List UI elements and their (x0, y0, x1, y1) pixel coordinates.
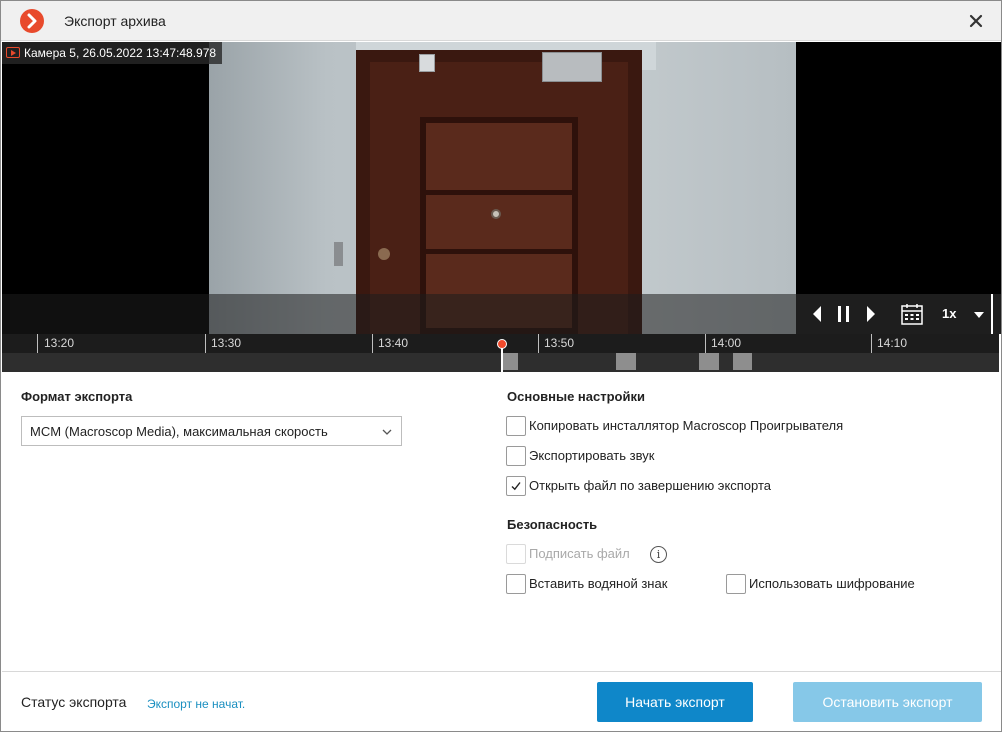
camera-record-icon (6, 47, 20, 58)
watermark-checkbox[interactable] (506, 574, 526, 594)
tick-mark (538, 334, 539, 353)
tick-label: 13:30 (211, 336, 242, 350)
intercom (334, 242, 343, 266)
stop-export-button[interactable]: Остановить экспорт (793, 682, 982, 722)
copy-installer-label: Копировать инсталлятор Macroscop Проигры… (529, 418, 844, 433)
tick-label: 14:00 (711, 336, 742, 350)
close-icon (969, 14, 983, 28)
tick-label: 14:10 (877, 336, 908, 350)
pause-icon[interactable] (834, 302, 854, 326)
playback-speed[interactable]: 1x (942, 306, 956, 321)
controls-edge (991, 294, 993, 334)
tick-mark (871, 334, 872, 353)
sign-file-label: Подписать файл (529, 546, 630, 561)
export-status-value: Экспорт не начат. (147, 697, 246, 711)
footer-divider (2, 671, 1001, 672)
close-button[interactable] (964, 9, 988, 33)
chevron-down-icon (382, 429, 392, 435)
encryption-label: Использовать шифрование (749, 576, 915, 591)
copy-installer-checkbox[interactable] (506, 416, 526, 436)
timeline-edge (999, 334, 1001, 372)
export-status-label: Статус экспорта (21, 694, 127, 710)
camera-timestamp-label: Камера 5, 26.05.2022 13:47:48.978 (2, 42, 223, 64)
export-audio-checkbox[interactable] (506, 446, 526, 466)
start-export-button[interactable]: Начать экспорт (597, 682, 753, 722)
info-icon[interactable]: i (650, 546, 667, 563)
timeline[interactable]: 13:20 13:30 13:40 13:50 14:00 14:10 (2, 334, 1001, 372)
door-rail (420, 190, 578, 195)
next-frame-icon[interactable] (862, 302, 878, 326)
export-format-value: MCM (Macroscop Media), максимальная скор… (30, 424, 328, 439)
door-rail-lower (420, 249, 578, 254)
recording-segment[interactable] (616, 353, 636, 370)
export-audio-label: Экспортировать звук (529, 448, 655, 463)
tick-label: 13:20 (44, 336, 75, 350)
recording-segment[interactable] (502, 353, 518, 370)
macroscop-logo-icon (20, 9, 44, 33)
tick-mark (205, 334, 206, 353)
open-file-label: Открыть файл по завершению экспорта (529, 478, 772, 493)
door-peephole (491, 209, 501, 219)
security-title: Безопасность (507, 517, 598, 532)
video-bottom-strip (2, 294, 796, 334)
open-file-checkbox[interactable] (506, 476, 526, 496)
tick-mark (37, 334, 38, 353)
calendar-icon[interactable] (900, 302, 924, 326)
export-format-select[interactable]: MCM (Macroscop Media), максимальная скор… (21, 416, 402, 446)
camera-frame (209, 42, 796, 334)
chevron-down-icon[interactable] (974, 312, 984, 318)
tick-label: 13:40 (378, 336, 409, 350)
basic-settings-title: Основные настройки (507, 389, 645, 404)
camera-label-text: Камера 5, 26.05.2022 13:47:48.978 (24, 46, 217, 60)
recording-segment[interactable] (733, 353, 752, 370)
title-bar: Экспорт архива (1, 1, 1001, 41)
encryption-checkbox[interactable] (726, 574, 746, 594)
tick-mark (372, 334, 373, 353)
checkmark-icon (511, 482, 521, 491)
door-closer-bracket (419, 54, 435, 72)
export-format-title: Формат экспорта (21, 389, 133, 404)
window-title: Экспорт архива (64, 13, 166, 29)
door-handle (378, 248, 390, 260)
door-closer (542, 52, 602, 82)
tick-label: 13:50 (544, 336, 575, 350)
previous-frame-icon[interactable] (810, 302, 826, 326)
recording-segment[interactable] (699, 353, 719, 370)
watermark-label: Вставить водяной знак (529, 576, 668, 591)
export-archive-dialog: Экспорт архива Камера 5, 26.05.2022 13:4… (0, 0, 1002, 732)
sign-file-checkbox (506, 544, 526, 564)
timeline-cursor-handle[interactable] (497, 339, 507, 349)
video-player[interactable]: Камера 5, 26.05.2022 13:47:48.978 1x (2, 42, 1001, 334)
player-controls: 1x (796, 294, 1001, 334)
tick-mark (705, 334, 706, 353)
